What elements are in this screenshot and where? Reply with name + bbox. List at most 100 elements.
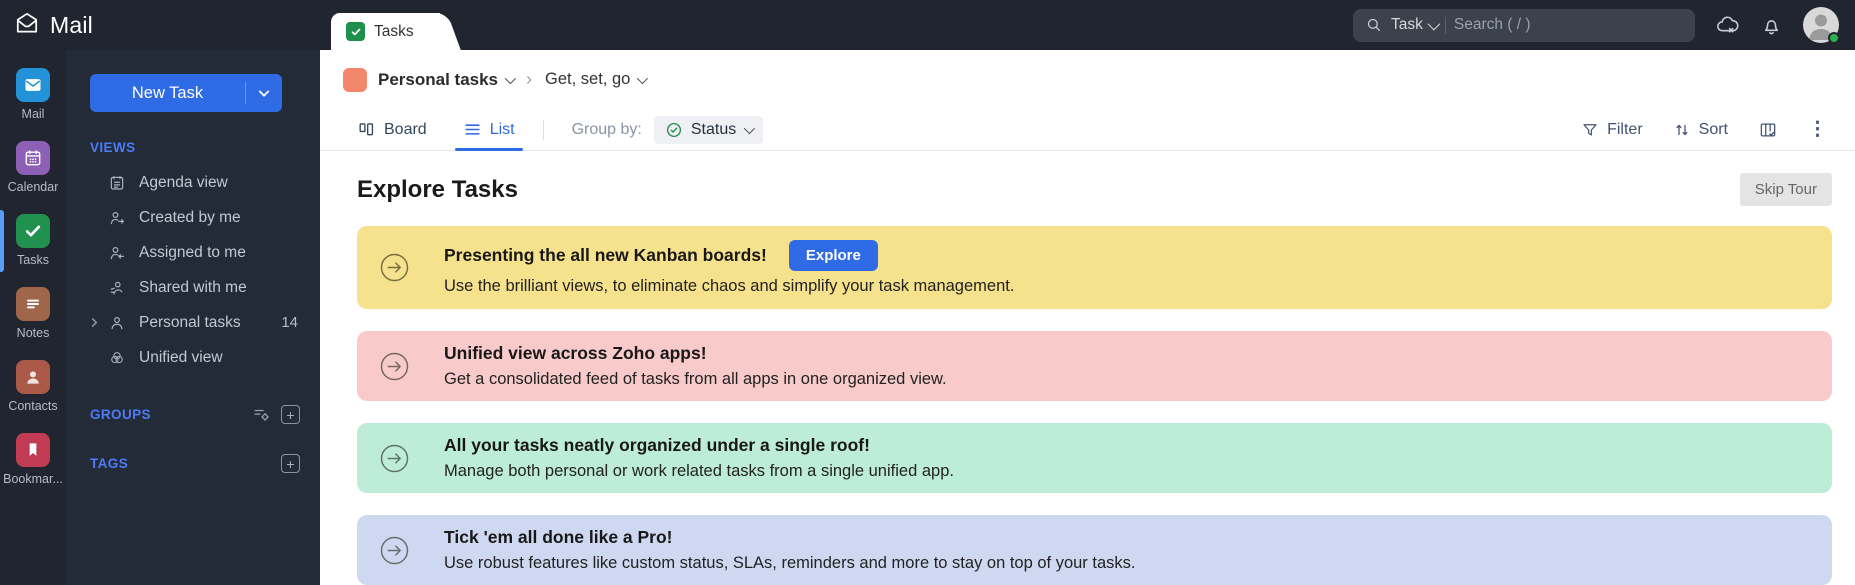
banner-subtitle: Get a consolidated feed of tasks from al… (444, 370, 947, 388)
sidebar-item-unified-view[interactable]: Unified view (66, 340, 320, 375)
tab-tasks[interactable]: Tasks (331, 13, 440, 50)
more-options-kebab[interactable]: ⋮ (1808, 120, 1827, 139)
chevron-down-icon (743, 122, 756, 135)
view-toolbar: Board List Group by: Status Filter Sort … (320, 110, 1855, 152)
groups-header-label: GROUPS (90, 407, 151, 422)
rail-item-bookmarks[interactable]: Bookmar... (0, 431, 66, 488)
explore-button[interactable]: Explore (788, 239, 878, 271)
tasks-check-icon (346, 22, 365, 41)
list-view-tab[interactable]: List (454, 120, 523, 152)
columns-button[interactable] (1758, 120, 1778, 140)
search-icon (1365, 16, 1383, 34)
bookmark-icon (16, 433, 50, 467)
sidebar-item-created-by-me[interactable]: Created by me (66, 200, 320, 235)
app-logo: Mail (14, 10, 93, 41)
sidebar-item-shared-with-me[interactable]: Shared with me (66, 270, 320, 305)
rail-item-mail[interactable]: Mail (0, 66, 66, 123)
add-tag-button[interactable]: + (281, 454, 300, 473)
heading-row: Explore Tasks Skip Tour (320, 151, 1855, 224)
group-by-value: Status (690, 120, 737, 138)
mail-icon (16, 68, 50, 102)
sidebar-item-assigned-to-me[interactable]: Assigned to me (66, 235, 320, 270)
notes-icon (16, 287, 50, 321)
banner-title: Tick 'em all done like a Pro! (444, 527, 673, 547)
arrow-circle-icon (379, 252, 410, 283)
main-content: Personal tasks › Get, set, go Board List… (320, 50, 1855, 585)
search-bar[interactable]: Task (1353, 8, 1695, 42)
cloud-offline-icon[interactable] (1715, 13, 1740, 38)
banner-title: Presenting the all new Kanban boards! (444, 244, 767, 265)
skip-tour-button[interactable]: Skip Tour (1739, 173, 1832, 206)
top-bar: Mail Tasks Task (0, 0, 1855, 50)
new-task-dropdown[interactable] (246, 89, 282, 98)
expand-chevron-icon[interactable] (90, 318, 108, 327)
sort-button[interactable]: Sort (1673, 121, 1728, 139)
tasks-sidebar: New Task VIEWS Agenda view Created by me (66, 50, 320, 585)
breadcrumb-parent-label: Personal tasks (378, 69, 499, 89)
filter-button[interactable]: Filter (1581, 121, 1643, 139)
online-status-dot (1828, 32, 1840, 44)
search-scope-dropdown[interactable]: Task (1391, 16, 1441, 34)
rail-label: Mail (21, 107, 45, 121)
banner-title: Unified view across Zoho apps! (444, 343, 707, 363)
tab-label: Tasks (374, 22, 414, 40)
tags-section-header: TAGS + (66, 454, 320, 473)
chevron-down-icon (637, 72, 649, 85)
list-color-swatch (343, 67, 367, 92)
groups-section-header: GROUPS + (66, 405, 320, 424)
search-divider (1444, 16, 1446, 34)
list-icon (465, 124, 480, 136)
table-columns-icon (1760, 123, 1776, 137)
board-label: Board (384, 120, 427, 138)
manage-groups-icon[interactable] (252, 405, 271, 424)
breadcrumb: Personal tasks › Get, set, go (320, 50, 1855, 110)
notifications-bell-icon[interactable] (1760, 14, 1783, 37)
explore-banners: Presenting the all new Kanban boards! Ex… (320, 224, 1855, 585)
filter-label: Filter (1607, 120, 1643, 138)
rail-label: Bookmar... (3, 472, 63, 486)
sidebar-item-label: Assigned to me (139, 243, 246, 261)
rail-label: Notes (16, 326, 50, 340)
unified-view-icon (108, 349, 128, 367)
board-view-tab[interactable]: Board (357, 120, 427, 139)
contacts-icon (16, 360, 50, 394)
banner-single-roof: All your tasks neatly organized under a … (357, 423, 1832, 493)
person-arrow-out-icon (108, 209, 128, 227)
sidebar-item-personal-tasks[interactable]: Personal tasks 14 (66, 305, 320, 340)
banner-subtitle: Use the brilliant views, to eliminate ch… (444, 276, 1015, 295)
banner-pro: Tick 'em all done like a Pro! Use robust… (357, 515, 1832, 585)
banner-kanban: Presenting the all new Kanban boards! Ex… (357, 226, 1832, 309)
arrow-circle-icon (379, 351, 410, 382)
sidebar-item-label: Created by me (139, 208, 241, 226)
new-task-button[interactable]: New Task (90, 74, 282, 112)
group-by-status-dropdown[interactable]: Status (653, 115, 764, 144)
sidebar-item-label: Personal tasks (139, 313, 241, 331)
topbar-actions: Task (1353, 7, 1840, 44)
page-title: Explore Tasks (357, 175, 518, 203)
sidebar-item-label: Agenda view (139, 173, 228, 191)
breadcrumb-current-label: Get, set, go (545, 70, 631, 89)
sort-arrows-icon (1676, 124, 1688, 136)
sidebar-item-label: Unified view (139, 348, 223, 366)
agenda-icon (108, 174, 128, 192)
calendar-icon (16, 141, 50, 175)
rail-label: Contacts (8, 399, 58, 413)
add-group-button[interactable]: + (281, 405, 300, 424)
banner-subtitle: Use robust features like custom status, … (444, 554, 1136, 572)
views-header: VIEWS (90, 140, 136, 155)
rail-label: Calendar (7, 180, 59, 194)
rail-item-contacts[interactable]: Contacts (0, 358, 66, 415)
mail-logo-icon (14, 10, 40, 41)
search-input[interactable] (1453, 16, 1683, 34)
sidebar-item-label: Shared with me (139, 278, 247, 296)
user-avatar[interactable] (1803, 7, 1840, 44)
sidebar-item-agenda-view[interactable]: Agenda view (66, 165, 320, 200)
rail-item-tasks[interactable]: Tasks (0, 210, 66, 272)
board-icon (359, 123, 374, 136)
breadcrumb-current-dropdown[interactable]: Get, set, go (545, 70, 649, 89)
chevron-down-icon (1427, 17, 1441, 30)
rail-item-notes[interactable]: Notes (0, 285, 66, 342)
breadcrumb-parent-dropdown[interactable]: Personal tasks (378, 69, 517, 90)
new-task-label: New Task (131, 83, 204, 102)
rail-item-calendar[interactable]: Calendar (0, 139, 66, 196)
